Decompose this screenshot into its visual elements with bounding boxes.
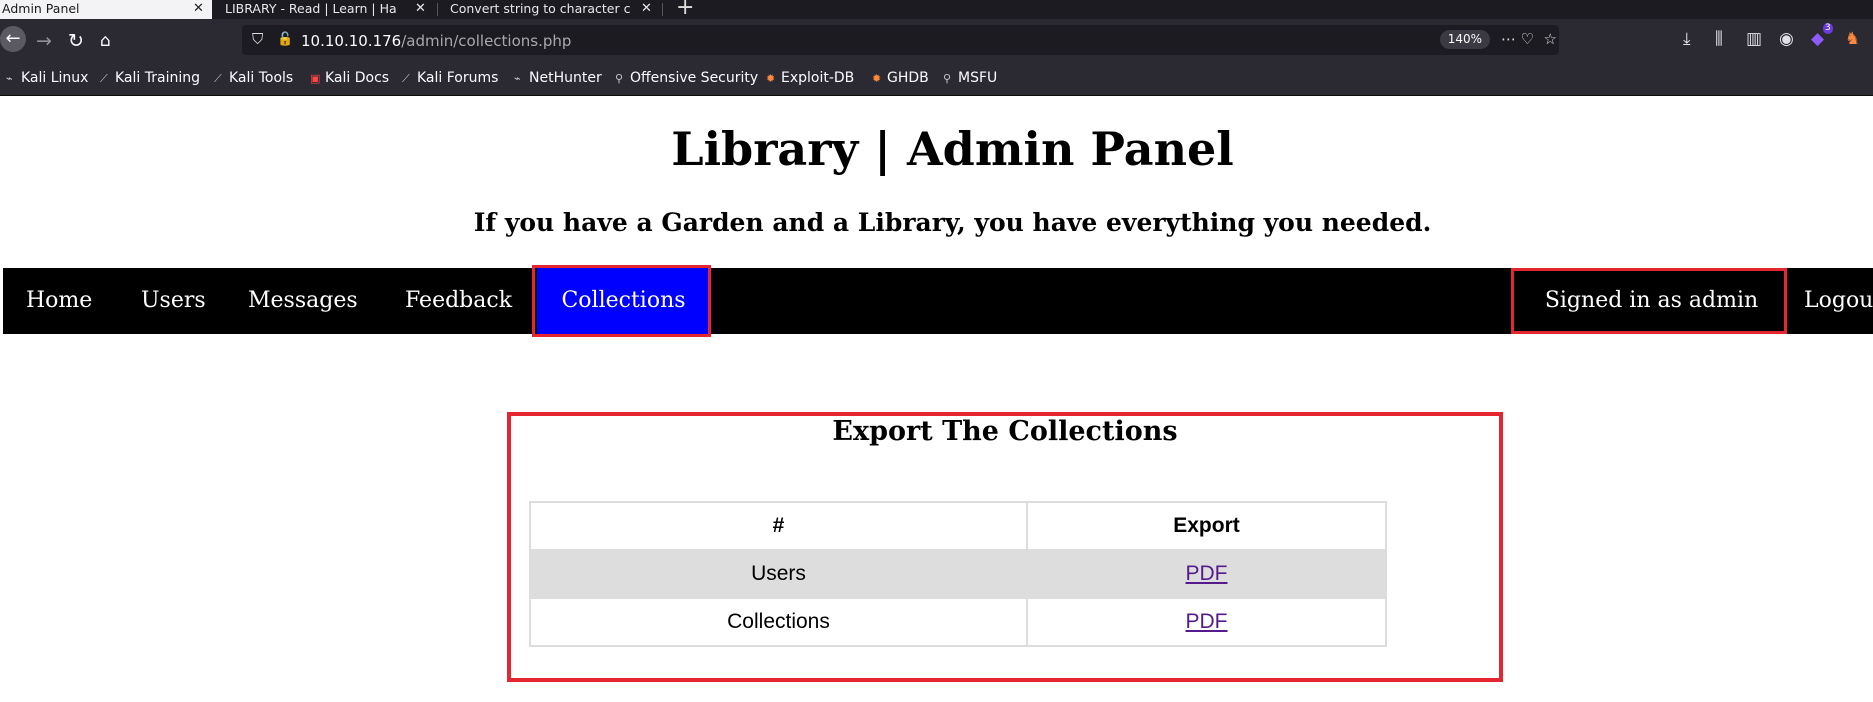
- exploit-db-icon: ✹: [766, 72, 776, 85]
- reload-icon[interactable]: ↻: [68, 27, 84, 55]
- bookmark-label: GHDB: [887, 70, 929, 86]
- kali-tool-icon: ⟋: [214, 72, 222, 85]
- docs-icon: ▣: [310, 72, 321, 85]
- bookmark-label: MSFU: [958, 70, 998, 86]
- bookmark-kali-tools[interactable]: ⟋ Kali Tools: [214, 70, 293, 86]
- nethunter-icon: ⌁: [514, 72, 521, 85]
- bookmark-label: Exploit-DB: [781, 70, 855, 86]
- column-header: Export: [1026, 501, 1387, 551]
- nav-signed-in[interactable]: Signed in as admin: [1516, 268, 1787, 334]
- nav-home[interactable]: Home: [3, 268, 115, 334]
- tab-bar: Admin Panel ✕ LIBRARY - Read | Learn | H…: [0, 0, 1873, 19]
- pocket-icon[interactable]: ♡: [1521, 30, 1534, 48]
- tab-title: Admin Panel: [2, 1, 80, 16]
- bookmark-msfu[interactable]: ⚲ MSFU: [943, 70, 997, 86]
- table-row: Collections PDF: [529, 597, 1387, 647]
- export-section: Export The Collections # Export Users PD…: [507, 412, 1503, 682]
- nav-users[interactable]: Users: [118, 268, 229, 334]
- bookmark-offensive-security[interactable]: ⚲ Offensive Security: [615, 70, 758, 86]
- bookmark-label: Kali Tools: [229, 70, 294, 86]
- forward-icon[interactable]: →: [36, 27, 52, 55]
- extension-icon[interactable]: ◆ 3: [1811, 23, 1833, 49]
- star-icon[interactable]: ☆: [1544, 30, 1557, 48]
- bookmark-kali-linux[interactable]: ⌁ Kali Linux: [6, 70, 88, 86]
- download-icon[interactable]: ⤓: [1683, 29, 1691, 49]
- export-collections-pdf-link[interactable]: PDF: [1186, 610, 1228, 633]
- tab-convert-string[interactable]: Convert string to character c ✕: [438, 0, 658, 19]
- bookmark-ghdb[interactable]: ✹ GHDB: [872, 70, 929, 86]
- library-icon[interactable]: ⫼: [1715, 29, 1723, 49]
- export-heading: Export The Collections: [832, 416, 1178, 447]
- bookmark-kali-docs[interactable]: ▣ Kali Docs: [310, 70, 389, 86]
- close-icon[interactable]: ✕: [641, 0, 652, 17]
- extension-badge: 3: [1823, 23, 1833, 34]
- bookmark-label: Offensive Security: [630, 70, 759, 86]
- foxyproxy-icon[interactable]: ♞: [1845, 29, 1860, 49]
- nav-logout[interactable]: Logout: [1781, 268, 1873, 334]
- tab-admin-panel[interactable]: Admin Panel ✕: [0, 0, 212, 19]
- kali-tool-icon: ⟋: [402, 72, 410, 85]
- insecure-lock-icon[interactable]: 🔓: [277, 32, 293, 47]
- ghdb-icon: ✹: [872, 72, 882, 85]
- bookmark-label: Kali Linux: [21, 70, 89, 86]
- back-icon[interactable]: ←: [0, 26, 26, 52]
- export-cell: PDF: [1026, 597, 1387, 647]
- tab-library[interactable]: LIBRARY - Read | Learn | Ha ✕: [215, 0, 433, 19]
- tab-title: LIBRARY - Read | Learn | Ha: [225, 1, 397, 16]
- column-header: #: [529, 501, 1028, 551]
- bookmark-label: Kali Docs: [325, 70, 390, 86]
- zoom-level[interactable]: 140%: [1439, 30, 1490, 49]
- collections-table: # Export Users PDF Collections PDF: [529, 501, 1387, 647]
- offsec-icon: ⚲: [615, 72, 624, 85]
- more-icon[interactable]: ⋯: [1501, 30, 1516, 48]
- page-title: Library | Admin Panel: [671, 122, 1234, 176]
- close-icon[interactable]: ✕: [415, 0, 426, 17]
- bookmark-nethunter[interactable]: ⌁ NetHunter: [514, 70, 602, 86]
- site-nav: Home Users Messages Feedback Collections…: [3, 268, 1873, 334]
- bookmark-label: Kali Forums: [417, 70, 499, 86]
- home-icon[interactable]: ⌂: [100, 27, 111, 55]
- kali-dragon-icon: ⌁: [6, 72, 13, 85]
- bookmarks-toolbar: ⌁ Kali Linux ⟋ Kali Training ⟋ Kali Tools ▣…: [0, 62, 1873, 96]
- page-tagline: If you have a Garden and a Library, you …: [473, 208, 1432, 237]
- row-name: Users: [529, 549, 1028, 599]
- new-tab-icon[interactable]: +: [676, 0, 694, 19]
- bookmark-label: Kali Training: [115, 70, 200, 86]
- url-text[interactable]: 10.10.10.176/admin/collections.php: [301, 32, 571, 50]
- tab-title: Convert string to character c: [450, 1, 631, 16]
- row-name: Collections: [529, 597, 1028, 647]
- bookmark-kali-training[interactable]: ⟋ Kali Training: [100, 70, 200, 86]
- url-bar[interactable]: ⛉ 🔓 10.10.10.176/admin/collections.php 1…: [242, 25, 1559, 55]
- url-path: /admin/collections.php: [401, 32, 572, 50]
- close-icon[interactable]: ✕: [193, 0, 204, 17]
- nav-feedback[interactable]: Feedback: [382, 268, 535, 334]
- table-header-row: # Export: [529, 501, 1387, 551]
- bookmark-exploit-db[interactable]: ✹ Exploit-DB: [766, 70, 854, 86]
- offsec-icon: ⚲: [943, 72, 952, 85]
- nav-messages[interactable]: Messages: [225, 268, 381, 334]
- url-host: 10.10.10.176: [301, 32, 402, 50]
- account-icon[interactable]: ◉: [1779, 29, 1794, 49]
- export-users-pdf-link[interactable]: PDF: [1186, 562, 1228, 585]
- kali-tool-icon: ⟋: [100, 72, 108, 85]
- shield-icon[interactable]: ⛉: [252, 30, 263, 48]
- sidebar-icon[interactable]: ▥: [1746, 29, 1762, 49]
- export-cell: PDF: [1026, 549, 1387, 599]
- nav-collections[interactable]: Collections: [537, 268, 710, 334]
- table-row: Users PDF: [529, 549, 1387, 599]
- navigation-toolbar: ← → ↻ ⌂ ⛉ 🔓 10.10.10.176/admin/collectio…: [0, 19, 1873, 62]
- bookmark-kali-forums[interactable]: ⟋ Kali Forums: [402, 70, 498, 86]
- bookmark-label: NetHunter: [529, 70, 602, 86]
